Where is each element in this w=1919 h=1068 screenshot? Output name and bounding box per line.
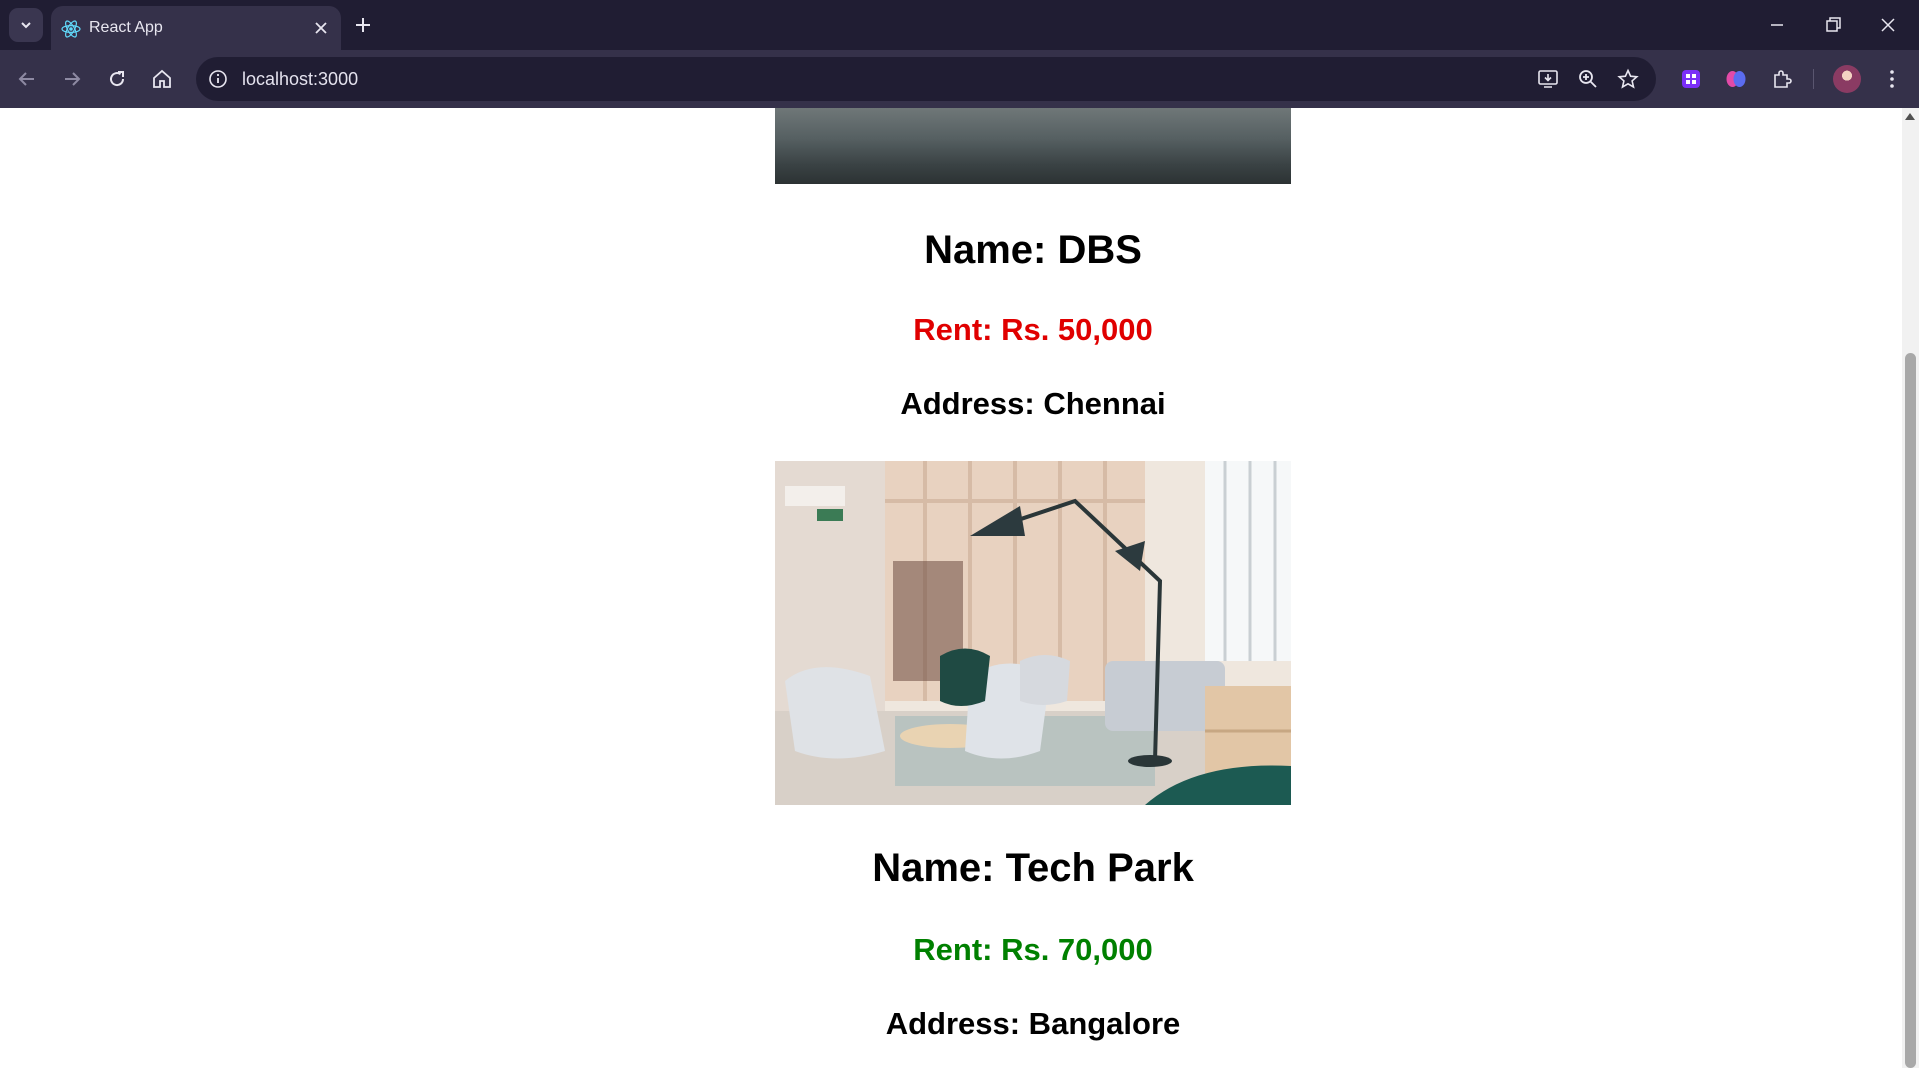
reload-icon[interactable] <box>105 67 129 91</box>
apps-extension-icon[interactable] <box>1679 67 1703 91</box>
listing-photo <box>775 108 1291 184</box>
scroll-up-arrow-icon[interactable] <box>1905 113 1915 120</box>
zoom-icon[interactable] <box>1577 68 1599 90</box>
react-icon <box>61 20 81 38</box>
close-icon[interactable] <box>313 20 329 36</box>
browser-tab[interactable]: React App <box>51 6 341 50</box>
tab-strip: React App <box>0 0 1919 50</box>
tab-search-button[interactable] <box>9 8 43 42</box>
listing-name: Name: DBS <box>924 228 1142 272</box>
listing-rent: Rent: Rs. 70,000 <box>913 932 1153 967</box>
listing-name: Name: Tech Park <box>872 846 1194 890</box>
listing-rent: Rent: Rs. 50,000 <box>913 312 1153 347</box>
restore-icon[interactable] <box>1823 15 1843 35</box>
tab-title: React App <box>89 19 163 36</box>
info-icon[interactable] <box>208 69 228 89</box>
scrollbar-thumb[interactable] <box>1905 353 1916 1068</box>
avatar[interactable] <box>1833 65 1861 93</box>
browser-toolbar: localhost:3000 <box>0 50 1919 108</box>
toolbar-divider <box>1813 69 1814 89</box>
arrow-right-icon[interactable] <box>60 67 84 91</box>
listing-address: Address: Bangalore <box>885 1006 1181 1041</box>
puzzle-icon[interactable] <box>1770 67 1794 91</box>
chevron-down-icon <box>21 22 31 29</box>
brain-extension-icon[interactable] <box>1724 67 1748 91</box>
arrow-left-icon[interactable] <box>15 67 39 91</box>
close-window-icon[interactable] <box>1878 15 1898 35</box>
kebab-menu-icon[interactable] <box>1880 67 1904 91</box>
page-viewport: Name: DBS Rent: Rs. 50,000 Address: Chen… <box>0 108 1902 1068</box>
install-icon[interactable] <box>1537 68 1559 90</box>
listing-address: Address: Chennai <box>900 386 1166 421</box>
minimize-icon[interactable] <box>1767 15 1787 35</box>
home-icon[interactable] <box>150 67 174 91</box>
address-bar[interactable]: localhost:3000 <box>196 57 1656 101</box>
url-text: localhost:3000 <box>242 69 359 89</box>
star-icon[interactable] <box>1617 68 1639 90</box>
listing-photo <box>775 461 1291 805</box>
plus-icon[interactable] <box>353 15 373 35</box>
vertical-scrollbar[interactable] <box>1902 108 1919 1068</box>
